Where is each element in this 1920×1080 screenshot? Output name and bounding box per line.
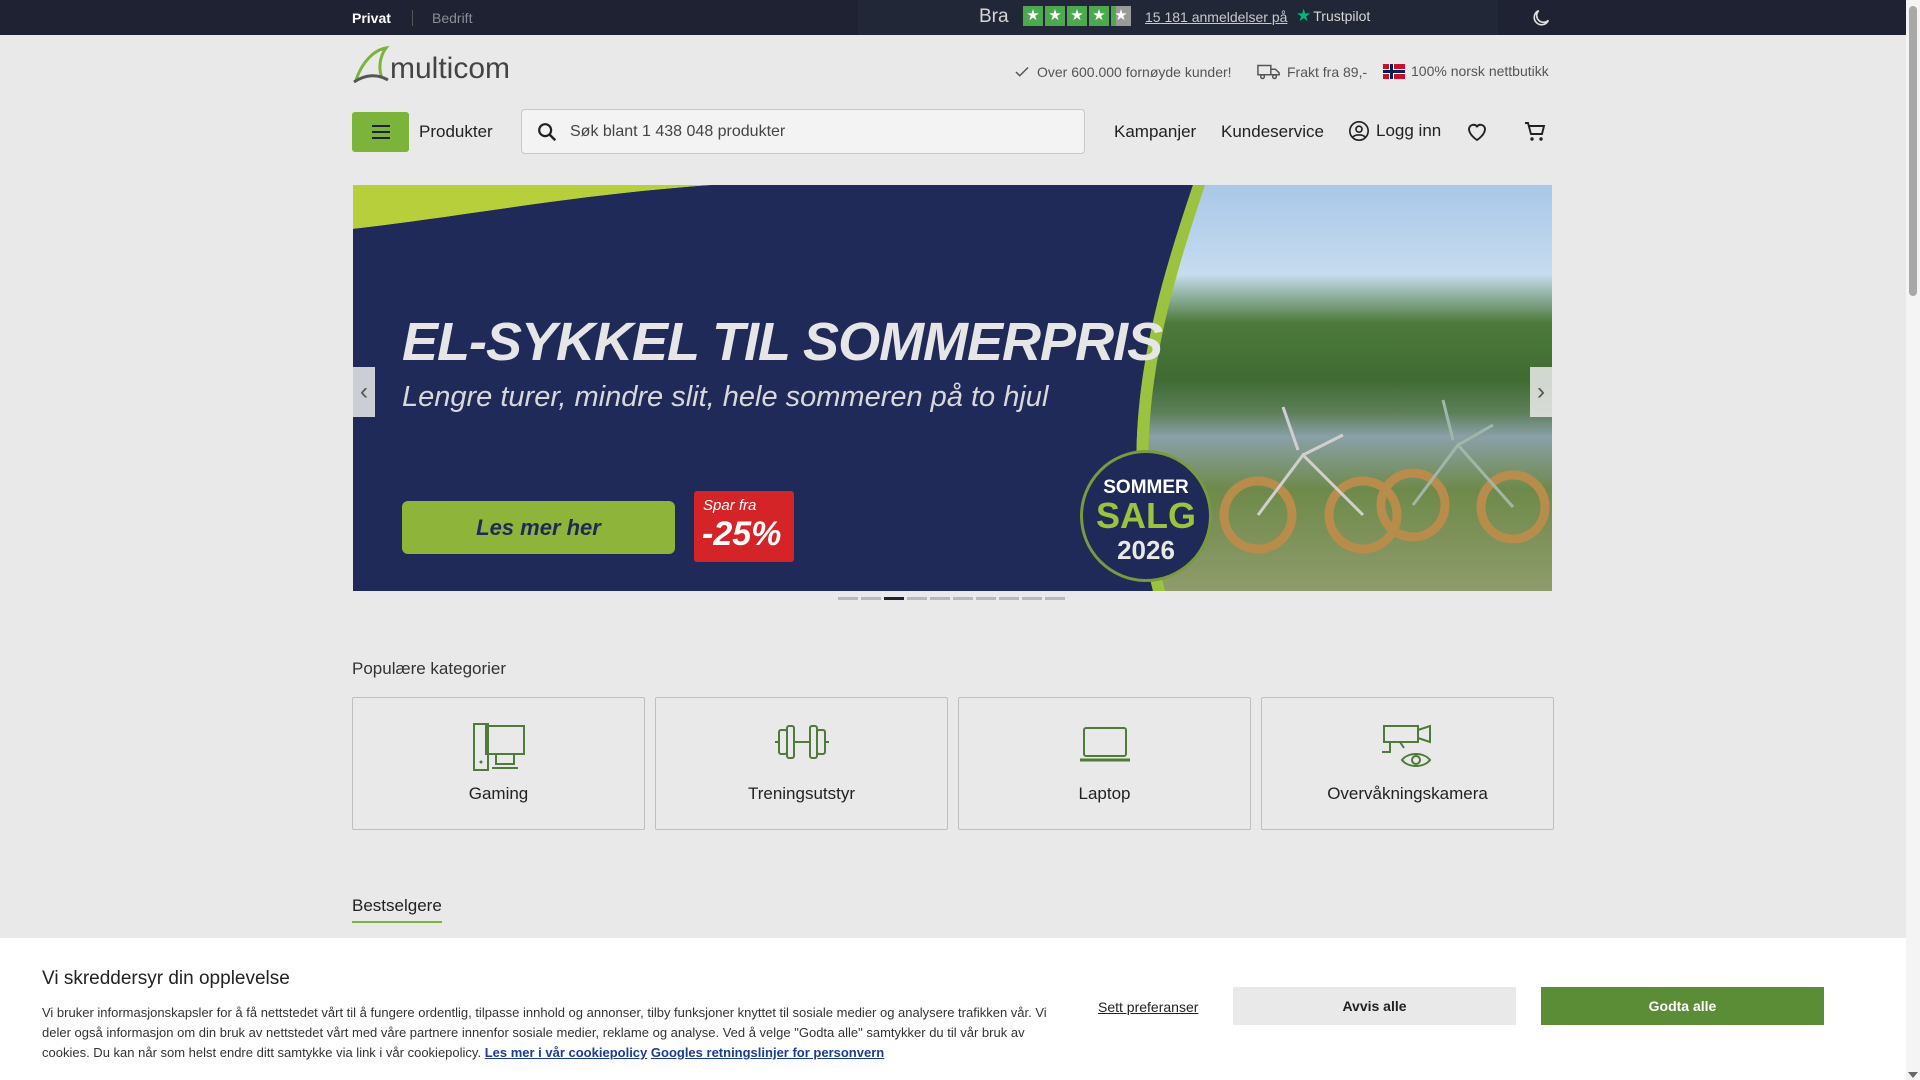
logo-text: multicom xyxy=(390,52,510,85)
google-privacy-link[interactable]: Googles retningslinjer for personvern xyxy=(651,1045,884,1060)
truck-icon xyxy=(1257,64,1280,80)
carousel-dot[interactable] xyxy=(976,597,996,600)
category-training[interactable]: Treningsutstyr xyxy=(655,697,948,830)
usp-shipping: Frakt fra 89,- xyxy=(1257,63,1367,81)
save-value: -25% xyxy=(702,515,782,553)
save-label: Spar fra xyxy=(703,497,757,514)
products-label[interactable]: Produkter xyxy=(419,122,493,142)
hero-banner[interactable]: EL-SYKKEL TIL SOMMERPRIS Lengre turer, m… xyxy=(353,185,1552,591)
cookie-consent-banner: Vi skreddersyr din opplevelse Vi bruker … xyxy=(0,938,1906,1080)
star-half-icon: ★ xyxy=(1111,6,1131,26)
category-label: Treningsutstyr xyxy=(747,784,856,803)
banner-subtitle: Lengre turer, mindre slit, hele sommeren… xyxy=(402,381,1049,413)
trustpilot-stars: ★ ★ ★ ★ ★ xyxy=(1023,6,1131,26)
multicom-logo[interactable]: multicom xyxy=(352,44,522,86)
segment-business[interactable]: Bedrift xyxy=(432,10,472,26)
trustpilot-logo: ★ Trustpilot xyxy=(1296,6,1371,25)
trustpilot-brand: Trustpilot xyxy=(1313,8,1371,24)
login-label: Logg inn xyxy=(1376,121,1442,140)
check-icon xyxy=(1015,66,1029,77)
bestsellers-tab[interactable]: Bestselgere xyxy=(352,896,442,923)
cookie-title: Vi skreddersyr din opplevelse xyxy=(42,968,290,989)
usp-customers: Over 600.000 fornøyde kunder! xyxy=(1013,63,1232,81)
badge-line2: SALG xyxy=(1095,495,1196,536)
carousel-dot[interactable] xyxy=(1022,597,1042,600)
category-label: Laptop xyxy=(1078,784,1131,803)
search-bar[interactable] xyxy=(521,109,1085,154)
trustpilot-star-icon: ★ xyxy=(1296,6,1312,25)
security-camera-icon xyxy=(1381,724,1431,767)
carousel-dot[interactable] xyxy=(930,597,950,600)
top-bar: Privat Bedrift Bra ★ ★ ★ ★ ★ 15 181 anme… xyxy=(0,0,1906,35)
category-label: Overvåkningskamera xyxy=(1327,784,1488,803)
save-badge: Spar fra -25% xyxy=(694,491,794,562)
category-surveillance-camera[interactable]: Overvåkningskamera xyxy=(1261,697,1554,830)
cookie-policy-link[interactable]: Les mer i vår cookiepolicy xyxy=(485,1045,648,1060)
heart-icon[interactable] xyxy=(1465,120,1489,144)
laptop-icon xyxy=(1079,727,1130,762)
cart-icon[interactable] xyxy=(1523,120,1547,144)
page: Privat Bedrift Bra ★ ★ ★ ★ ★ 15 181 anme… xyxy=(0,0,1906,1080)
carousel-dot[interactable] xyxy=(861,597,881,600)
trustpilot-reviews-link[interactable]: 15 181 anmeldelser på xyxy=(1145,9,1287,25)
customer-service-link[interactable]: Kundeservice xyxy=(1221,122,1324,142)
dumbbell-icon xyxy=(774,725,829,759)
carousel-dot[interactable] xyxy=(838,597,858,600)
usp-shipping-text: Frakt fra 89,- xyxy=(1287,64,1368,80)
trustpilot-rating-word: Bra xyxy=(979,6,1009,27)
category-grid: Gaming Treningsutstyr Laptop Overvåkning… xyxy=(352,697,1554,830)
campaigns-link[interactable]: Kampanjer xyxy=(1114,122,1196,142)
cookie-preferences-link[interactable]: Sett preferanser xyxy=(1098,999,1198,1015)
carousel-next-button[interactable]: › xyxy=(1530,367,1552,417)
hamburger-icon xyxy=(371,125,390,139)
usp-customers-text: Over 600.000 fornøyde kunder! xyxy=(1037,64,1232,80)
bikes-illustration xyxy=(1219,399,1550,554)
summer-sale-badge: SOMMER SALG 2026 xyxy=(1080,450,1212,582)
carousel-dot[interactable] xyxy=(884,597,904,600)
carousel-dot[interactable] xyxy=(1045,597,1065,600)
segment-divider xyxy=(412,10,413,26)
carousel-dots xyxy=(838,597,1065,600)
segment-private[interactable]: Privat xyxy=(352,10,391,26)
star-icon: ★ xyxy=(1067,6,1087,26)
menu-button[interactable] xyxy=(352,112,409,152)
desktop-computer-icon xyxy=(472,723,525,771)
category-gaming[interactable]: Gaming xyxy=(352,697,645,830)
chevron-right-icon: › xyxy=(1537,378,1545,405)
usp-norwegian-text: 100% norsk nettbutikk xyxy=(1411,63,1549,79)
carousel-dot[interactable] xyxy=(953,597,973,600)
trustpilot-widget[interactable]: Bra ★ ★ ★ ★ ★ 15 181 anmeldelser på ★ Tr… xyxy=(858,0,1498,35)
carousel-dot[interactable] xyxy=(907,597,927,600)
scrollbar-thumb[interactable] xyxy=(1909,6,1917,296)
scroll-down-arrow-icon[interactable] xyxy=(1908,1072,1918,1078)
accept-all-button[interactable]: Godta alle xyxy=(1541,987,1824,1025)
reject-all-button[interactable]: Avvis alle xyxy=(1233,987,1516,1025)
badge-line3: 2026 xyxy=(1117,535,1175,565)
category-label: Gaming xyxy=(468,784,529,803)
popular-categories-title: Populære kategorier xyxy=(352,659,507,678)
cookie-text: Vi bruker informasjonskapsler for å få n… xyxy=(42,1003,1052,1063)
banner-title: EL-SYKKEL TIL SOMMERPRIS xyxy=(402,312,1163,372)
moon-icon[interactable] xyxy=(1530,7,1552,29)
user-icon xyxy=(1349,121,1369,141)
banner-read-more-button[interactable]: Les mer her xyxy=(402,501,675,554)
carousel-dot[interactable] xyxy=(999,597,1019,600)
carousel-prev-button[interactable]: ‹ xyxy=(353,367,375,417)
star-icon: ★ xyxy=(1045,6,1065,26)
search-input[interactable] xyxy=(570,110,1070,153)
category-laptop[interactable]: Laptop xyxy=(958,697,1251,830)
search-icon[interactable] xyxy=(536,121,558,143)
chevron-left-icon: ‹ xyxy=(360,378,368,405)
login-button[interactable]: Logg inn xyxy=(1348,120,1441,142)
star-icon: ★ xyxy=(1089,6,1109,26)
norway-flag-icon xyxy=(1383,63,1405,79)
usp-norwegian: 100% norsk nettbutikk xyxy=(1383,63,1549,79)
star-icon: ★ xyxy=(1023,6,1043,26)
page-scrollbar[interactable] xyxy=(1906,0,1920,1080)
